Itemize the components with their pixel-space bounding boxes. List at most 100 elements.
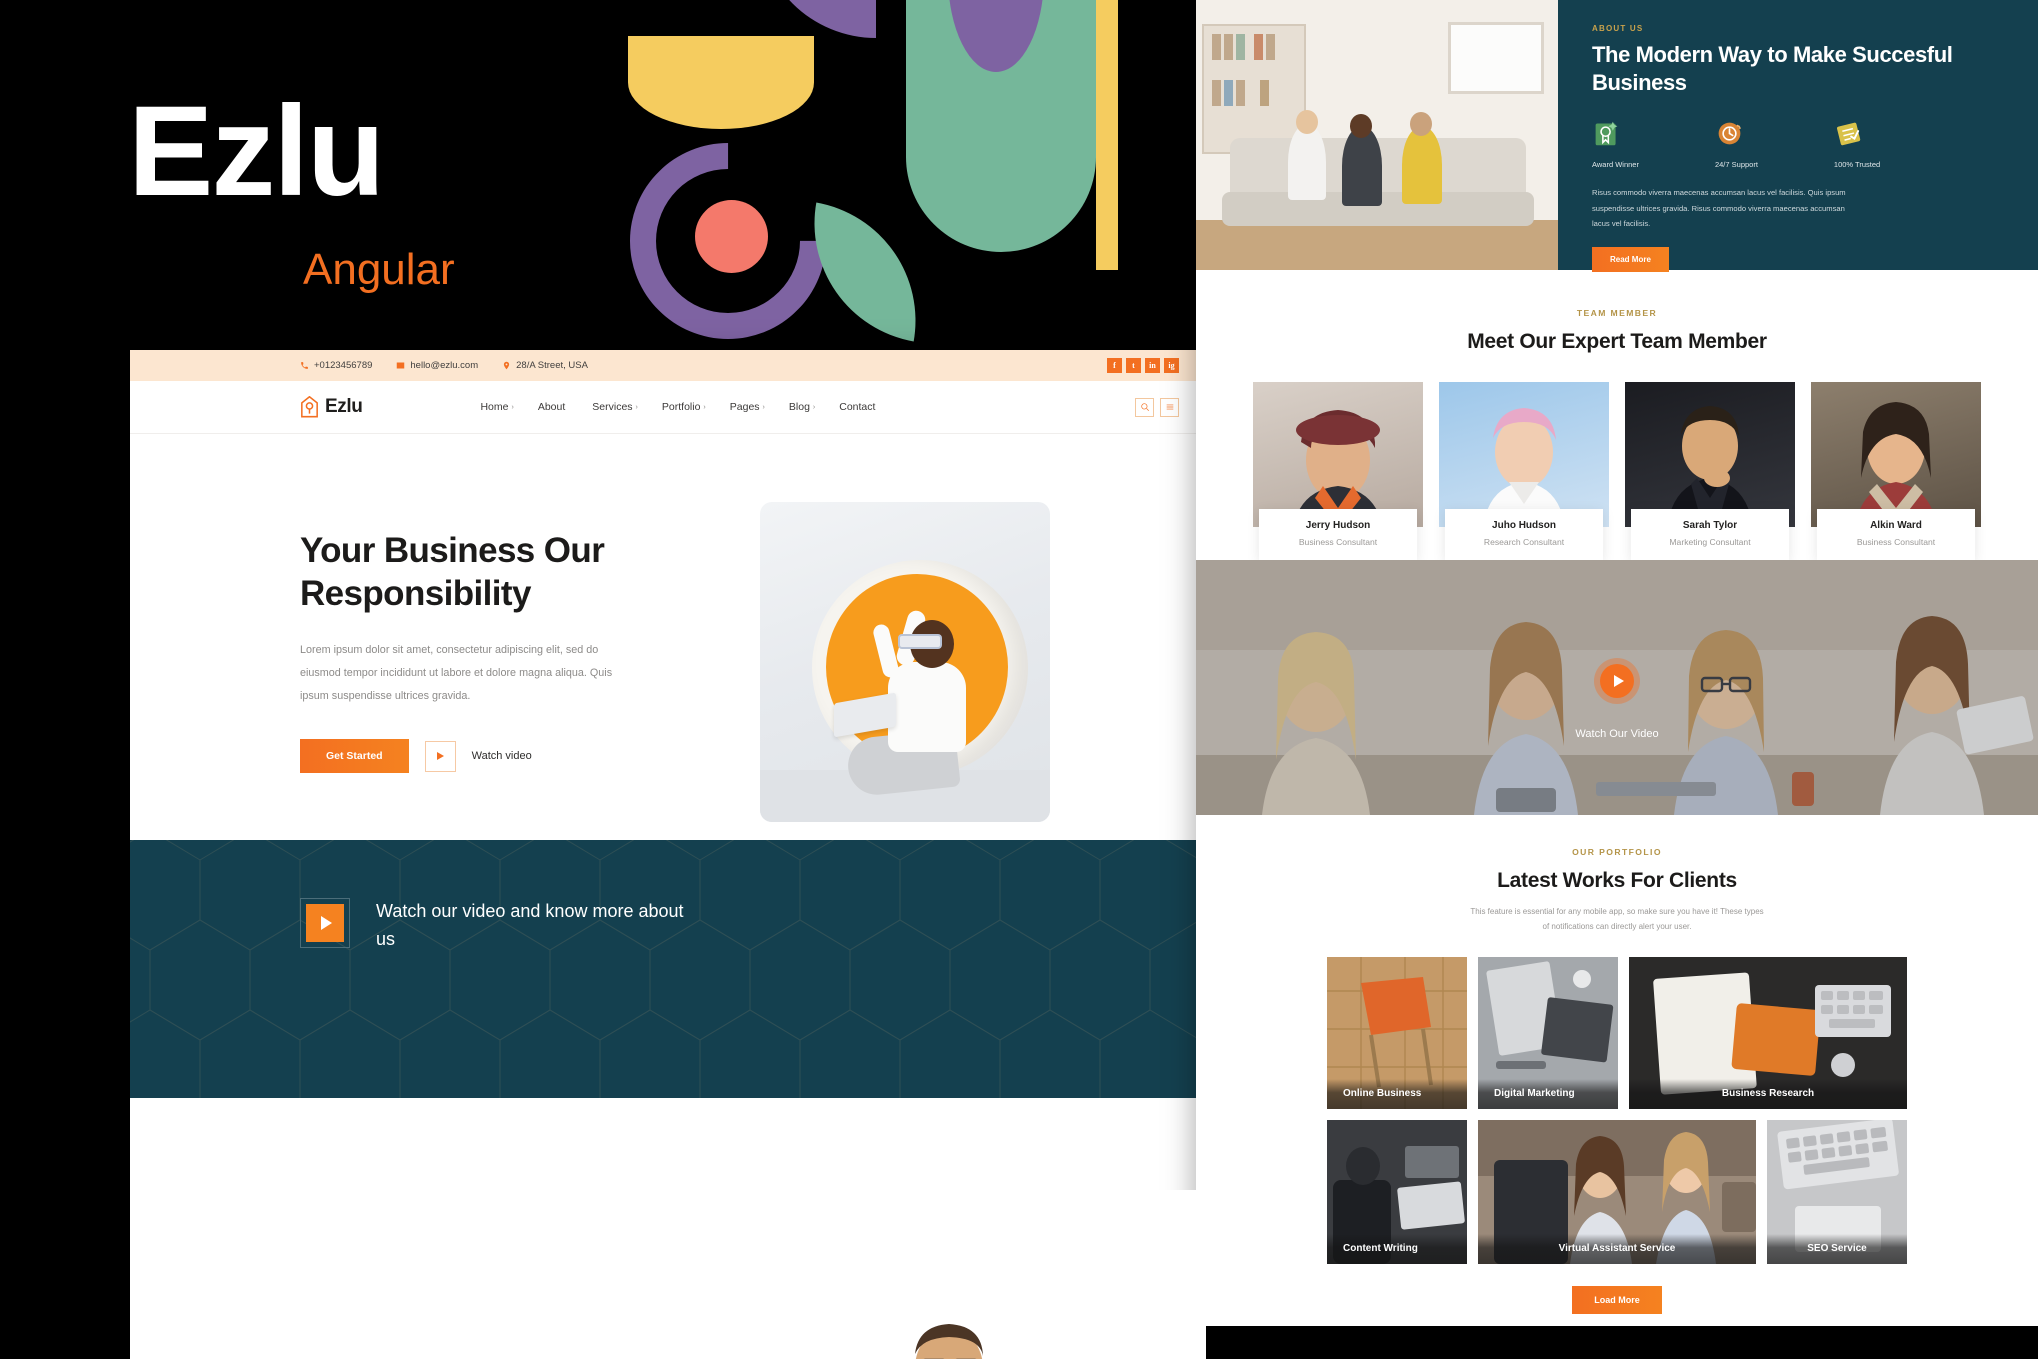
team-info: Alkin Ward Business Consultant [1817, 509, 1975, 560]
chevron-right-icon: › [762, 403, 765, 411]
team-member-role: Marketing Consultant [1669, 537, 1751, 547]
support-icon [1718, 122, 1741, 145]
businessman-photo [915, 1324, 983, 1359]
watch-video-play-button[interactable] [424, 740, 456, 772]
team-heading: Meet Our Expert Team Member [1467, 330, 1767, 353]
brand-title: Ezlu [128, 80, 385, 223]
about-eyebrow: ABOUT US [1592, 24, 1644, 33]
team-card[interactable]: Alkin Ward Business Consultant [1811, 382, 1981, 578]
nav-item-portfolio[interactable]: Portfolio › [662, 401, 706, 413]
team-card[interactable]: Juho Hudson Research Consultant [1439, 382, 1609, 578]
feature-label: 100% Trusted [1833, 160, 1881, 170]
office-person-2-head [1350, 114, 1372, 138]
nav-item-about[interactable]: About [538, 401, 568, 413]
nav-label: Blog [788, 401, 810, 413]
about-heading: The Modern Way to Make Succesful Busines… [1592, 42, 1953, 96]
shelf-book [1236, 34, 1245, 60]
nav-item-contact[interactable]: Contact [839, 401, 875, 413]
video-play-button[interactable] [1594, 658, 1640, 704]
load-more-button[interactable]: Load More [1572, 1285, 1662, 1314]
nav-label: Pages [729, 401, 760, 413]
portfolio-row: Online Business Digital Marketing Busine… [1327, 956, 1907, 1109]
shelf-book [1236, 80, 1245, 106]
team-card[interactable]: Jerry Hudson Business Consultant [1253, 382, 1423, 578]
hero-heading: Your Business Our Responsibility [300, 531, 605, 613]
logo-text: Ezlu [325, 396, 363, 417]
nav-label: Home [480, 401, 509, 413]
portfolio-caption: SEO Service [1767, 1233, 1907, 1264]
nav-label: Portfolio [661, 401, 701, 413]
portfolio-caption: Content Writing [1327, 1233, 1467, 1264]
instagram-icon[interactable]: ig [1164, 358, 1179, 373]
watch-video-label[interactable]: Watch video [472, 750, 532, 762]
envelope-icon [397, 362, 405, 369]
feature-support: 24/7 Support [1715, 119, 1758, 169]
team-photo [1439, 382, 1609, 527]
about-features: Award Winner 24/7 Support 100% Trusted [1592, 119, 2038, 169]
shelf-book [1224, 34, 1233, 60]
get-started-button[interactable]: Get Started [300, 739, 409, 774]
hero-img-body [888, 662, 966, 752]
office-floor [1196, 220, 1558, 270]
team-section: TEAM MEMBER Meet Our Expert Team Member … [1196, 270, 2038, 560]
nav-item-blog[interactable]: Blog › [789, 401, 815, 413]
chevron-right-icon: › [635, 403, 638, 411]
office-person-2 [1342, 126, 1382, 206]
promo-play-button[interactable] [300, 898, 350, 948]
office-person-3 [1402, 126, 1442, 204]
hero-paragraph: Lorem ipsum dolor sit amet, consectetur … [300, 644, 613, 702]
linkedin-icon[interactable]: in [1145, 358, 1160, 373]
team-member-name: Juho Hudson [1492, 520, 1556, 531]
portfolio-item[interactable]: Business Research [1629, 956, 1907, 1109]
decor-yellow-strip [1096, 0, 1118, 270]
portfolio-item[interactable]: SEO Service [1767, 1119, 1907, 1264]
twitter-icon[interactable]: t [1126, 358, 1141, 373]
portfolio-item[interactable]: Virtual Assistant Service [1478, 1119, 1756, 1264]
shelf-book [1254, 34, 1263, 60]
team-info: Juho Hudson Research Consultant [1445, 509, 1603, 560]
house-pin-logo-icon [301, 395, 318, 417]
office-bookshelf [1202, 24, 1306, 154]
portfolio-heading: Latest Works For Clients [1497, 869, 1737, 892]
team-member-role: Business Consultant [1298, 537, 1378, 547]
nav-actions [1135, 397, 1179, 417]
menu-button[interactable] [1160, 397, 1179, 417]
promo-text: Watch our video and know more about us [376, 901, 684, 949]
nav-item-home[interactable]: Home › [480, 401, 513, 413]
team-card[interactable]: Sarah Tylor Marketing Consultant [1625, 382, 1795, 578]
site-logo[interactable]: Ezlu [300, 395, 363, 419]
address-info: 28/A Street, USA [502, 360, 588, 371]
feature-label: Award Winner [1592, 160, 1639, 170]
team-member-name: Alkin Ward [1870, 520, 1922, 531]
award-icon [1595, 122, 1618, 146]
hero-media [740, 494, 1146, 840]
social-links: f t in ig [1107, 358, 1179, 373]
nav-item-services[interactable]: Services › [592, 401, 638, 413]
facebook-icon[interactable]: f [1107, 358, 1122, 373]
nav-label: About [537, 401, 566, 413]
play-triangle-icon [436, 752, 444, 761]
portfolio-item[interactable]: Digital Marketing [1478, 956, 1618, 1109]
hero-cta-group: Get Started Watch video [300, 739, 695, 774]
portfolio-item[interactable]: Online Business [1327, 956, 1467, 1109]
nav-links: Home › About Services › Portfolio › Pages › … [480, 401, 875, 413]
decor-purple-wedge [758, 0, 876, 38]
team-info: Sarah Tylor Marketing Consultant [1631, 509, 1789, 560]
nav-item-pages[interactable]: Pages › [730, 401, 765, 413]
team-photo [1625, 382, 1795, 527]
read-more-button[interactable]: Read More [1592, 246, 1669, 272]
phone-text: +0123456789 [314, 360, 373, 371]
video-banner[interactable]: Watch Our Video [1196, 560, 2038, 815]
portfolio-caption: Digital Marketing [1478, 1078, 1618, 1109]
portfolio-item[interactable]: Content Writing [1327, 1119, 1467, 1264]
address-text: 28/A Street, USA [516, 360, 588, 371]
video-promo-strip: Watch our video and know more about us [130, 840, 1206, 1098]
brand-subtitle: Angular [303, 245, 455, 294]
search-button[interactable] [1135, 397, 1154, 417]
hero-section: Your Business Our Responsibility Lorem i… [130, 434, 1206, 840]
top-contact-bar: +0123456789 hello@ezlu.com 28/A Street, … [130, 350, 1206, 381]
shelf-book [1260, 80, 1269, 106]
office-person-1 [1288, 124, 1326, 200]
shelf-book [1212, 34, 1221, 60]
email-text: hello@ezlu.com [410, 360, 479, 371]
